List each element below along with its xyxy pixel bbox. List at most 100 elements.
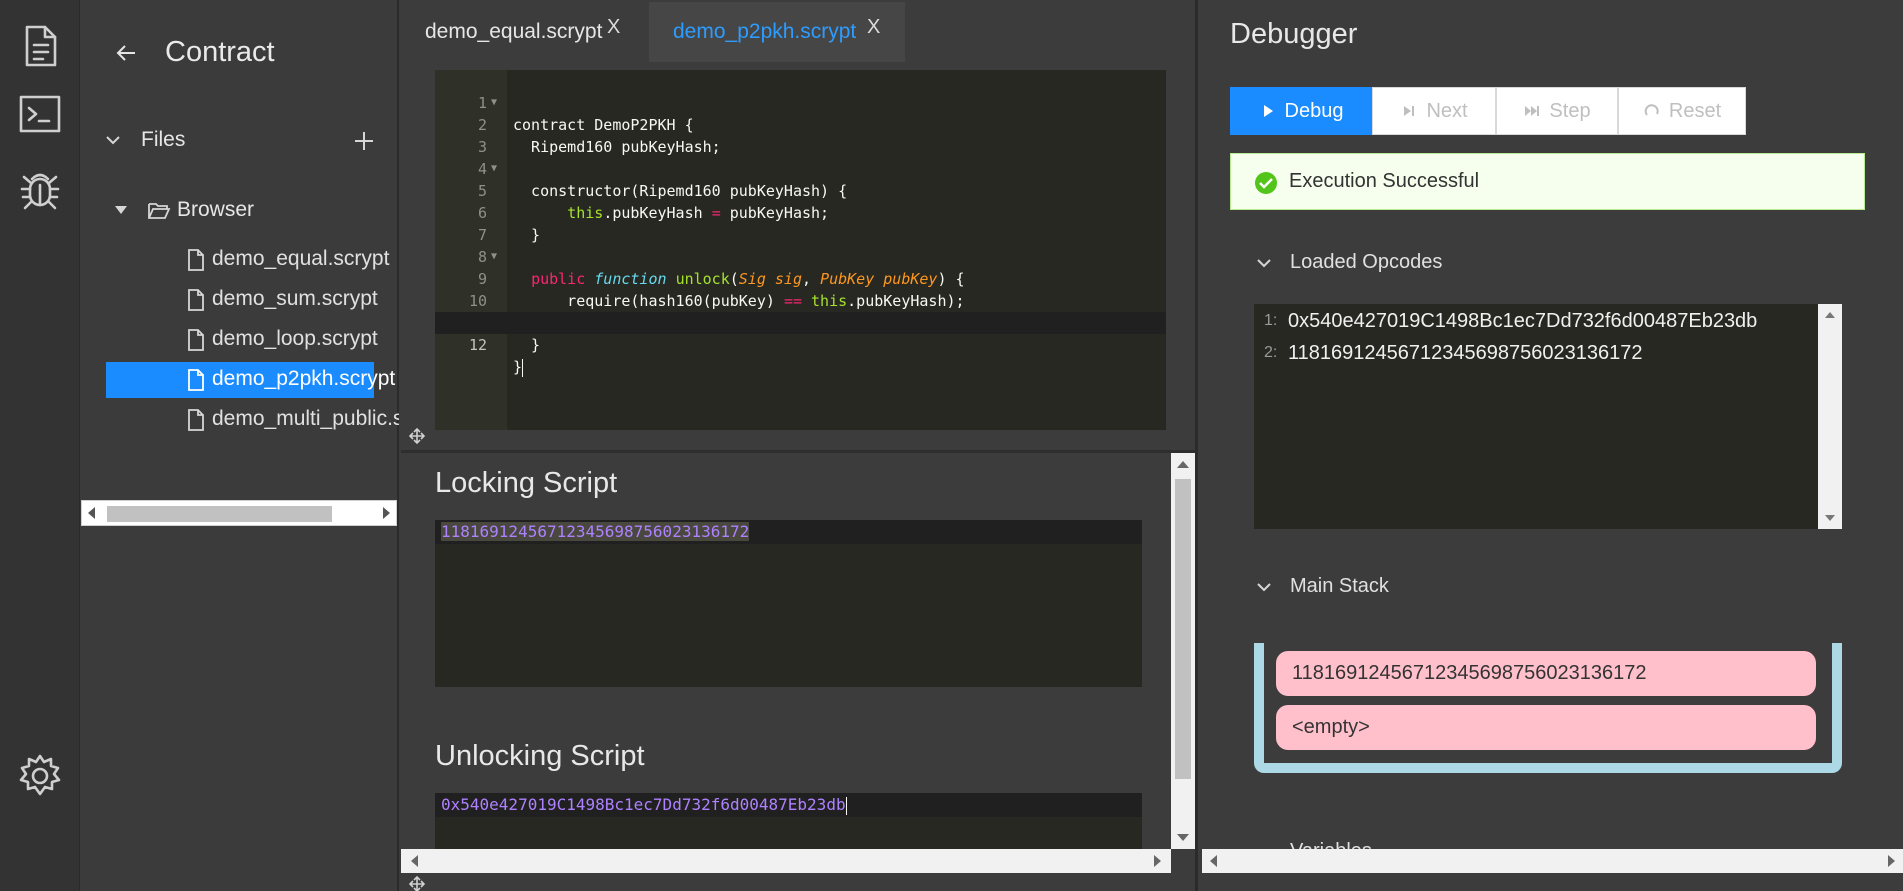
sidebar-horizontal-scrollbar[interactable]	[81, 500, 397, 526]
file-item-demo-equal[interactable]: demo_equal.scrypt	[106, 238, 399, 278]
scroll-up-icon[interactable]	[1177, 461, 1189, 468]
locking-script-editor[interactable]: 11816912456712345698756023136172	[435, 520, 1142, 687]
code-line: 2 Ripemd160 pubKeyHash;	[435, 92, 1166, 114]
app-window: Contract Files Browser demo_equal.scrypt	[0, 0, 1903, 891]
scroll-up-icon[interactable]	[1825, 312, 1835, 318]
scroll-right-icon[interactable]	[1888, 855, 1895, 867]
code-line-active: 12 }	[435, 312, 1166, 334]
file-icon	[186, 288, 206, 312]
unlocking-script-value: 0x540e427019C1498Bc1ec7Dd732f6d00487Eb23…	[441, 795, 846, 814]
scrollbar-thumb[interactable]	[107, 506, 332, 522]
gear-icon	[15, 751, 65, 801]
tab-demo-equal[interactable]: demo_equal.scrypt X	[401, 2, 649, 62]
activity-bar	[0, 0, 80, 891]
scripts-panel: Locking Script 1181691245671234569875602…	[401, 453, 1171, 849]
terminal-icon	[15, 89, 65, 139]
play-icon	[1259, 102, 1277, 120]
code-line: 1 ▼ contract DemoP2PKH {	[435, 70, 1166, 92]
file-item-demo-p2pkh[interactable]: demo_p2pkh.scrypt	[106, 358, 399, 398]
terminal-button[interactable]	[10, 84, 70, 144]
caret-down-icon	[115, 206, 127, 214]
debugger-button[interactable]	[10, 158, 70, 218]
locking-script-value: 11816912456712345698756023136172	[441, 522, 749, 541]
tab-label: demo_p2pkh.scrypt	[673, 20, 856, 44]
stack-item: <empty>	[1276, 705, 1816, 750]
main-stack-header[interactable]: Main Stack	[1254, 573, 1854, 603]
file-list: demo_equal.scrypt demo_sum.scrypt demo_l…	[106, 238, 399, 438]
file-item-demo-sum[interactable]: demo_sum.scrypt	[106, 278, 399, 318]
file-explorer-button[interactable]	[10, 16, 70, 76]
scrollbar-thumb[interactable]	[1175, 479, 1191, 779]
browser-label: Browser	[177, 198, 254, 222]
debugger-horizontal-scrollbar[interactable]	[1202, 849, 1903, 873]
files-section-header[interactable]: Files	[103, 124, 385, 160]
check-circle-icon	[1255, 172, 1277, 194]
settings-button[interactable]	[10, 746, 70, 806]
scroll-down-icon[interactable]	[1825, 515, 1835, 521]
reset-button-label: Reset	[1669, 100, 1721, 123]
text-cursor	[846, 797, 847, 815]
debug-button[interactable]: Debug	[1230, 87, 1372, 135]
scripts-vertical-scrollbar[interactable]	[1171, 453, 1195, 849]
reset-button[interactable]: Reset	[1618, 87, 1746, 135]
code-line: 9 require(hash160(pubKey) == this.pubKey…	[435, 246, 1166, 268]
plus-icon	[351, 128, 377, 154]
scroll-right-icon[interactable]	[383, 507, 390, 519]
folder-open-icon	[147, 198, 171, 222]
file-icon	[186, 408, 206, 432]
code-line: 3	[435, 114, 1166, 136]
main-stack-label: Main Stack	[1290, 575, 1389, 598]
files-label: Files	[141, 128, 185, 152]
editor-tabs: demo_equal.scrypt X demo_p2pkh.scrypt X	[401, 0, 1195, 62]
code-line: 8 ▼ public function unlock(Sig sig, PubKe…	[435, 224, 1166, 246]
debugger-title: Debugger	[1230, 18, 1357, 51]
file-icon	[186, 368, 206, 392]
tab-demo-p2pkh[interactable]: demo_p2pkh.scrypt X	[649, 2, 905, 62]
execution-status-text: Execution Successful	[1289, 170, 1479, 193]
debugger-controls: Debug Next Step Reset	[1230, 87, 1746, 135]
main-stack: 11816912456712345698756023136172 <empty…	[1254, 643, 1842, 773]
move-handle-icon[interactable]	[409, 876, 425, 891]
opcodes-vertical-scrollbar[interactable]	[1818, 304, 1842, 529]
scroll-left-icon[interactable]	[1210, 855, 1217, 867]
sidebar-header: Contract	[81, 28, 397, 78]
chevron-down-icon	[103, 130, 123, 150]
back-button[interactable]	[111, 38, 141, 68]
variables-header-partial[interactable]: Variables	[1254, 836, 1454, 850]
bug-icon	[15, 163, 65, 213]
file-label: demo_multi_public.scrypt	[212, 407, 399, 431]
code-editor[interactable]: 1 ▼ contract DemoP2PKH { 2 Ripemd160 pubK…	[435, 70, 1166, 430]
file-item-demo-loop[interactable]: demo_loop.scrypt	[106, 318, 399, 358]
scripts-horizontal-scrollbar[interactable]	[401, 849, 1171, 873]
code-line: 5 this.pubKeyHash = pubKeyHash;	[435, 158, 1166, 180]
file-item-demo-multi-public[interactable]: demo_multi_public.scrypt	[106, 398, 399, 438]
unlocking-script-editor[interactable]: 0x540e427019C1498Bc1ec7Dd732f6d00487Eb23…	[435, 793, 1142, 849]
browser-folder[interactable]: Browser	[111, 194, 381, 228]
close-tab-icon[interactable]: X	[867, 16, 880, 39]
next-button-label: Next	[1426, 100, 1467, 123]
loaded-opcodes-label: Loaded Opcodes	[1290, 251, 1442, 274]
step-button[interactable]: Step	[1496, 87, 1618, 135]
main-stack-inner: 11816912456712345698756023136172 <empty…	[1264, 643, 1832, 763]
file-label: demo_p2pkh.scrypt	[212, 367, 395, 391]
editor-area: demo_equal.scrypt X demo_p2pkh.scrypt X …	[401, 0, 1198, 891]
file-icon	[186, 248, 206, 272]
debugger-panel: Debugger Debug Next Step Reset Execution…	[1200, 0, 1903, 891]
move-handle-icon[interactable]	[409, 428, 425, 444]
file-label: demo_loop.scrypt	[212, 327, 378, 351]
next-button[interactable]: Next	[1372, 87, 1496, 135]
add-file-button[interactable]	[351, 128, 377, 154]
stack-item: 11816912456712345698756023136172	[1276, 651, 1816, 696]
scroll-right-icon[interactable]	[1154, 855, 1161, 867]
file-icon	[186, 328, 206, 352]
file-label: demo_sum.scrypt	[212, 287, 378, 311]
text-cursor	[522, 359, 523, 377]
scroll-down-icon[interactable]	[1177, 834, 1189, 841]
step-forward-icon	[1523, 102, 1541, 120]
loaded-opcodes-list[interactable]: 1: 0x540e427019C1498Bc1ec7Dd732f6d00487E…	[1254, 304, 1842, 529]
loaded-opcodes-header[interactable]: Loaded Opcodes	[1254, 249, 1854, 279]
chevron-down-icon	[1254, 253, 1274, 273]
scroll-left-icon[interactable]	[88, 507, 95, 519]
scroll-left-icon[interactable]	[411, 855, 418, 867]
close-tab-icon[interactable]: X	[607, 16, 620, 39]
